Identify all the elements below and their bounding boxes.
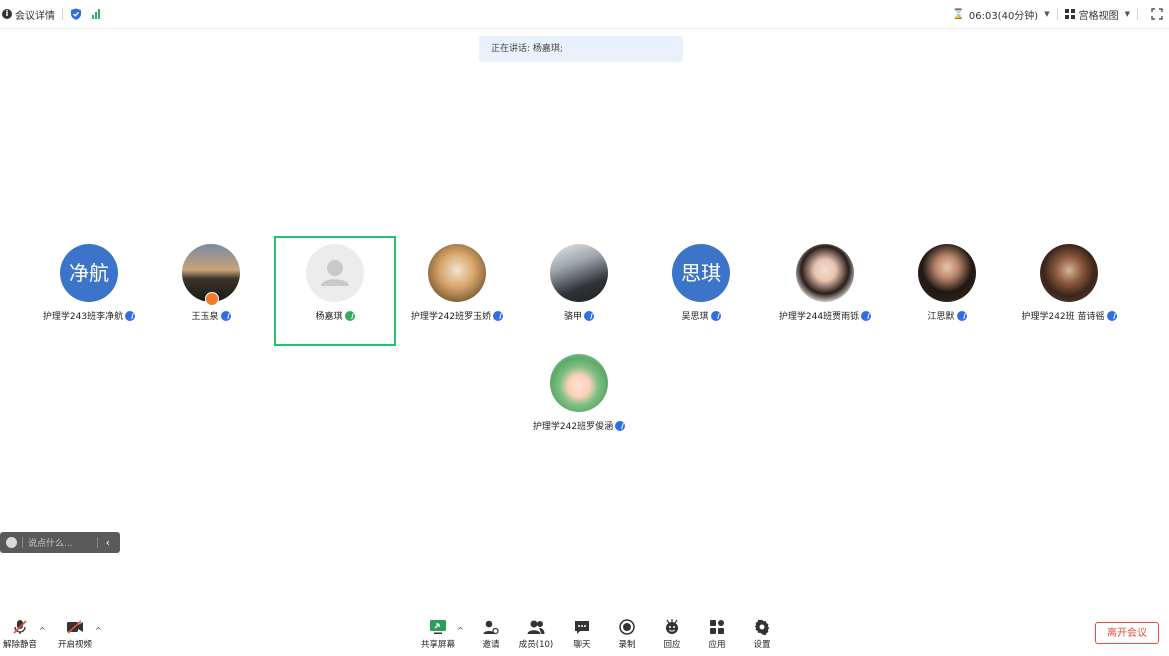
chevron-down-icon[interactable]: ▼ [1125,10,1130,18]
avatar [306,244,364,302]
share-screen-button[interactable]: 共享屏幕 [416,618,460,650]
collapse-chevron-icon[interactable]: ‹ [96,537,110,548]
verified-badge-icon [615,421,626,431]
avatar [796,244,854,302]
network-signal-icon[interactable] [92,9,100,19]
unmute-button[interactable]: 解除静音 [0,618,42,650]
shield-check-icon[interactable] [70,8,82,20]
chat-bubble-icon [560,618,604,636]
fullscreen-icon[interactable] [1151,8,1163,20]
record-icon [605,618,649,636]
grid-view-icon [1064,9,1075,19]
participant-name: 护理学242班 苗诗徭 [988,309,1150,322]
divider [1137,8,1138,20]
top-bar: i 会议详情 ⌛ 06:03(40分钟) ▼ 宫格视图 ▼ [0,0,1169,29]
verified-badge-icon [584,311,594,321]
speaking-badge-icon [344,311,355,321]
divider [1056,8,1058,20]
chevron-up-icon[interactable]: ^ [457,626,464,635]
participant-tile[interactable]: 净航 护理学243班李净航 [28,236,150,346]
avatar [1040,244,1098,302]
info-icon[interactable]: i [2,9,12,19]
avatar [550,244,608,302]
share-screen-icon [416,618,460,636]
avatar [550,354,608,412]
participant-tile[interactable]: 护理学244班贾雨铄 [764,236,886,346]
mic-muted-icon [0,618,42,636]
start-video-button[interactable]: 开启视频 [53,618,97,650]
participant-tile[interactable]: 思琪 吴思琪 [640,236,762,346]
meeting-timer[interactable]: 06:03(40分钟) [969,7,1038,22]
participant-tile[interactable]: 护理学242班罗玉娇 [396,236,518,346]
participant-tile[interactable]: 王玉泉 [150,236,272,346]
avatar: 净航 [60,244,118,302]
verified-badge-icon [956,311,967,321]
participant-name: 护理学242班罗俊涵 [498,419,660,432]
chevron-up-icon[interactable]: ^ [39,626,46,635]
apps-button[interactable]: 应用 [695,618,739,650]
verified-badge-icon [1106,311,1117,321]
camera-off-icon [53,618,97,636]
chat-input-bar[interactable]: 说点什么... ‹ [0,532,120,553]
verified-badge-icon [220,311,231,321]
hourglass-icon: ⌛ [952,8,965,20]
invite-button[interactable]: 邀请 [469,618,513,650]
reaction-icon [650,618,694,636]
participant-tile[interactable]: 护理学242班 苗诗徭 [1008,236,1130,346]
participant-tile-active[interactable]: 杨嘉琪 [274,236,396,346]
chevron-down-icon[interactable]: ▼ [1044,10,1049,18]
gear-icon [740,618,784,636]
host-badge-icon [205,292,219,306]
add-user-icon [469,618,513,636]
verified-badge-icon [710,311,721,321]
chat-input[interactable]: 说点什么... [28,536,97,549]
divider [62,8,63,20]
divider [22,537,23,548]
participant-tile[interactable]: 护理学242班罗俊涵 [518,346,640,456]
apps-grid-icon [695,618,739,636]
settings-button[interactable]: 设置 [740,618,784,650]
meeting-details-link[interactable]: 会议详情 [15,7,55,22]
record-button[interactable]: 录制 [605,618,649,650]
avatar [918,244,976,302]
participant-tile[interactable]: 骆甲 [518,236,640,346]
top-bar-right: ⌛ 06:03(40分钟) ▼ 宫格视图 ▼ [952,5,1169,23]
chat-button[interactable]: 聊天 [560,618,604,650]
emoji-icon[interactable] [6,537,17,548]
leave-meeting-button[interactable]: 离开会议 [1095,622,1159,644]
view-mode-button[interactable]: 宫格视图 [1079,7,1119,22]
avatar: 思琪 [672,244,730,302]
avatar [428,244,486,302]
top-bar-left: i 会议详情 [2,5,100,23]
participant-tile[interactable]: 江思默 [886,236,1008,346]
chevron-up-icon[interactable]: ^ [95,626,102,635]
members-button[interactable]: 成员(10) [514,618,558,650]
speaking-indicator: 正在讲话: 杨嘉琪; [479,36,683,62]
members-icon [514,618,558,636]
respond-button[interactable]: 回应 [650,618,694,650]
